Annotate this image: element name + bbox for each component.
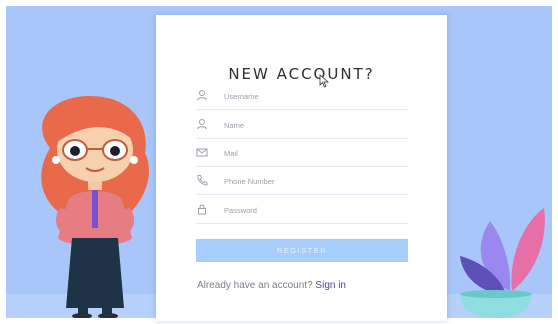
page-title: NEW ACCOUNT? (228, 65, 375, 83)
phone-icon (197, 175, 208, 186)
password-input[interactable] (224, 201, 404, 219)
username-input[interactable] (224, 87, 404, 105)
password-field[interactable] (196, 201, 408, 224)
signin-prompt-text: Already have an account? (197, 280, 316, 291)
name-field[interactable] (196, 116, 408, 139)
register-button[interactable]: REGISTER (196, 239, 408, 262)
plant-illustration (460, 208, 545, 318)
user-icon (197, 119, 207, 130)
phone-field[interactable] (196, 172, 408, 195)
signin-prompt: Already have an account? Sign in (197, 280, 346, 291)
lock-icon (198, 204, 206, 215)
name-input[interactable] (224, 116, 404, 134)
signin-link[interactable]: Sign in (315, 280, 346, 291)
mouse-cursor-icon (319, 74, 330, 88)
username-field[interactable] (196, 87, 408, 110)
signup-card: NEW ACCOUNT? REGISTER (156, 15, 447, 321)
user-icon (197, 90, 207, 101)
mail-field[interactable] (196, 144, 408, 167)
mail-icon (196, 148, 208, 157)
mail-input[interactable] (224, 144, 404, 162)
phone-input[interactable] (224, 172, 404, 190)
